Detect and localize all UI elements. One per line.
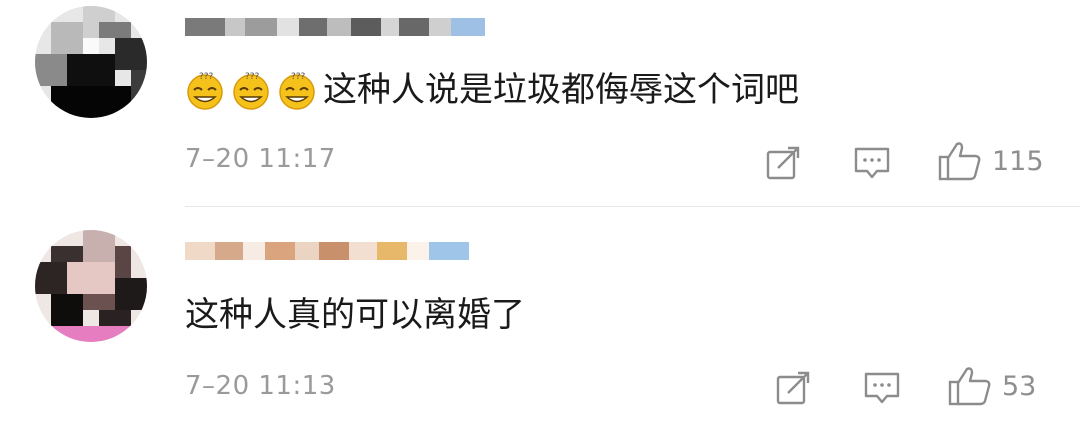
reply-icon	[854, 147, 890, 179]
like-count: 115	[992, 145, 1044, 177]
dizzy-smile-emoji-icon: ???	[231, 70, 271, 110]
avatar[interactable]	[35, 6, 147, 118]
share-icon	[776, 371, 810, 405]
share-icon	[766, 146, 800, 180]
comment-text: ??? ??? ??? 这种人说是垃圾都侮辱这个词吧	[185, 70, 799, 110]
comment-text-content: 这种人说是垃圾都侮辱这个词吧	[323, 70, 799, 110]
reply-icon	[864, 372, 900, 404]
reply-button[interactable]	[853, 144, 891, 182]
svg-text:???: ???	[291, 72, 306, 82]
comment-text-content: 这种人真的可以离婚了	[185, 295, 525, 335]
comment-item: ??? ??? ??? 这种人说是垃圾都侮辱这个词吧 7–20 11:17 11…	[0, 0, 1080, 206]
username-mosaic	[185, 10, 515, 44]
like-button[interactable]: 115	[938, 140, 1044, 182]
dizzy-smile-emoji-icon: ???	[185, 70, 225, 110]
comment-text: 这种人真的可以离婚了	[185, 295, 525, 335]
comment-item: 这种人真的可以离婚了 7–20 11:13 53	[0, 207, 1080, 437]
reply-button[interactable]	[863, 369, 901, 407]
svg-text:???: ???	[199, 72, 214, 82]
share-button[interactable]	[774, 369, 812, 407]
thumbs-up-icon	[938, 142, 981, 181]
dizzy-smile-emoji-icon: ???	[277, 70, 317, 110]
like-button[interactable]: 53	[948, 365, 1036, 407]
username-mosaic	[185, 234, 515, 268]
comment-timestamp: 7–20 11:13	[185, 371, 336, 401]
svg-text:???: ???	[245, 72, 260, 82]
avatar[interactable]	[35, 230, 147, 342]
thumbs-up-icon	[948, 367, 991, 406]
share-button[interactable]	[764, 144, 802, 182]
like-count: 53	[1002, 370, 1037, 402]
comment-timestamp: 7–20 11:17	[185, 144, 336, 174]
